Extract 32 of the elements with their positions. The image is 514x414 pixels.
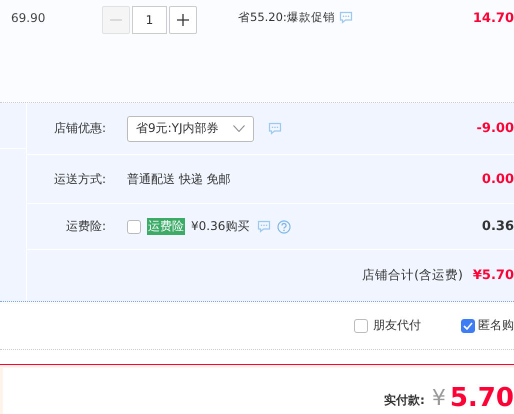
chat-icon <box>257 220 272 233</box>
promotion-text: 省55.20:爆款促销 <box>238 10 335 25</box>
checkbox[interactable] <box>461 318 475 332</box>
shop-total: ¥5.70 <box>472 268 514 283</box>
insurance-price: ¥0.36购买 <box>191 218 250 235</box>
chat-icon <box>268 122 282 135</box>
field-label: 运送方式: <box>52 170 106 188</box>
checkbox[interactable] <box>127 220 141 234</box>
check-icon <box>463 322 473 330</box>
option-label: 朋友代付 <box>373 317 421 334</box>
payment-label: 实付款: <box>384 392 425 409</box>
payment-amount: 5.70 <box>450 385 514 411</box>
chat-icon <box>338 11 353 24</box>
option-label: 匿名购 <box>478 317 514 334</box>
insurance-tag: 运费险 <box>147 218 185 235</box>
plus-icon <box>177 14 189 26</box>
quantity-field[interactable]: 1 <box>132 6 167 34</box>
amount: 0.36 <box>482 219 514 234</box>
help-icon <box>277 220 292 234</box>
caret-icon <box>232 125 245 132</box>
checkbox[interactable] <box>354 318 368 332</box>
amount: -9.00 <box>476 121 514 136</box>
shipping-method: 普通配送 快递 免邮 <box>127 170 231 188</box>
plus-button[interactable] <box>169 6 197 34</box>
field-label: 店铺优惠: <box>52 120 106 137</box>
amount: 0.00 <box>482 172 514 186</box>
subtotal: 14.70 <box>472 11 514 26</box>
total-label: 店铺合计(含运费) <box>362 267 463 284</box>
field-label: 运费险: <box>64 218 106 235</box>
currency-sign: ¥ <box>432 386 446 411</box>
unit-price: 69.90 <box>11 11 46 25</box>
coupon-dropdown[interactable]: 省9元:YJ内部券 <box>127 116 254 142</box>
